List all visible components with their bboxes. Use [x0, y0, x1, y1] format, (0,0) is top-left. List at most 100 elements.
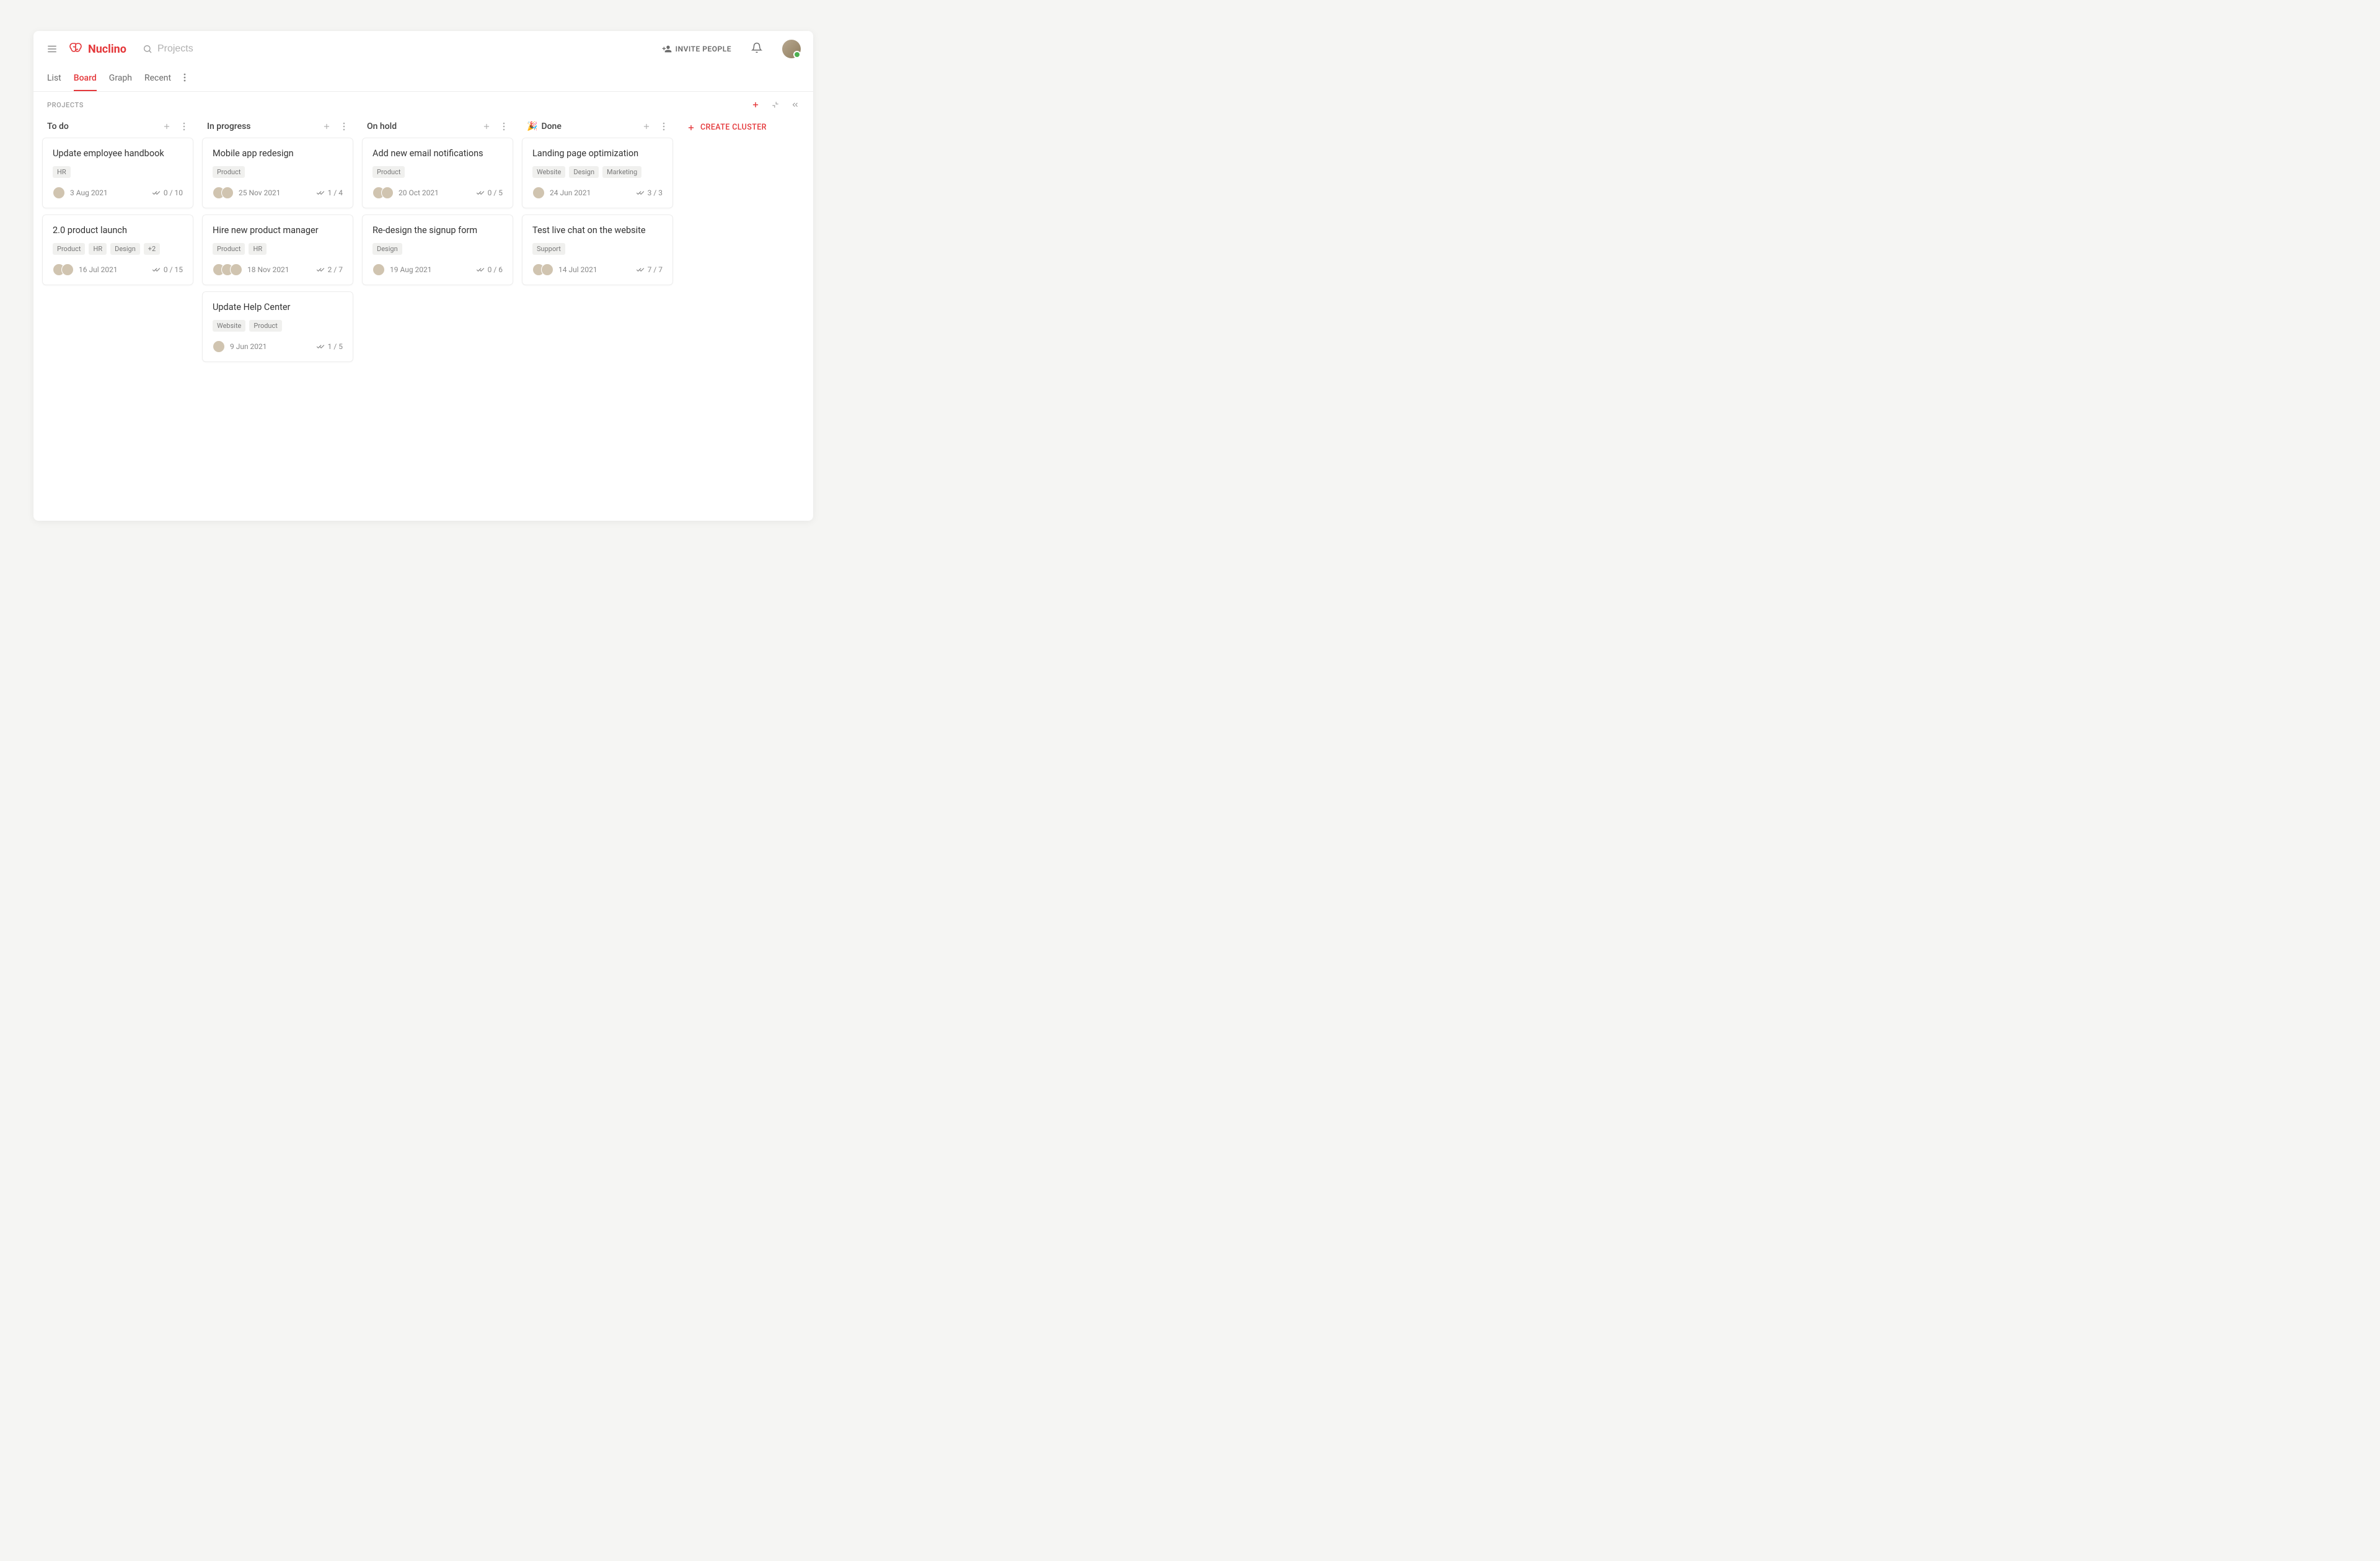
- tag[interactable]: Website: [213, 320, 245, 332]
- tag[interactable]: HR: [249, 243, 267, 255]
- card[interactable]: 2.0 product launchProductHRDesign+216 Ju…: [42, 214, 193, 285]
- card-progress: 0 / 6: [476, 265, 503, 274]
- tab-board[interactable]: Board: [74, 67, 97, 91]
- tag[interactable]: Product: [372, 166, 405, 178]
- collapse-icon[interactable]: [771, 100, 780, 109]
- column-add-button[interactable]: [482, 122, 491, 131]
- card-date: 19 Aug 2021: [390, 265, 432, 274]
- column-add-button[interactable]: [162, 122, 171, 131]
- avatar[interactable]: [381, 187, 394, 199]
- tag[interactable]: Support: [532, 243, 565, 255]
- column: 🎉DoneLanding page optimizationWebsiteDes…: [522, 118, 673, 368]
- card[interactable]: Mobile app redesignProduct25 Nov 20211 /…: [202, 138, 353, 208]
- tag[interactable]: HR: [89, 243, 107, 255]
- check-icon: [152, 190, 161, 196]
- tab-list[interactable]: List: [47, 67, 61, 91]
- progress-text: 1 / 4: [328, 188, 343, 197]
- user-avatar[interactable]: [782, 40, 801, 58]
- tag[interactable]: HR: [53, 166, 71, 178]
- tag[interactable]: +2: [144, 243, 160, 255]
- avatar[interactable]: [230, 263, 242, 276]
- person-add-icon: [662, 44, 672, 54]
- check-icon: [636, 267, 645, 273]
- card-tags: Website Product: [213, 320, 343, 332]
- column-title: To do: [47, 122, 159, 131]
- card-tags: Product: [372, 166, 503, 178]
- assignee-avatars: [372, 263, 385, 276]
- card[interactable]: Re-design the signup form Design 19 Aug 20…: [362, 214, 513, 285]
- card[interactable]: Landing page optimization Website DesignMa…: [522, 138, 673, 208]
- column: In progressMobile app redesignProduct25 …: [202, 118, 353, 368]
- avatar[interactable]: [53, 187, 65, 199]
- card-title: Re-design the signup form: [372, 225, 503, 236]
- assignee-avatars: [53, 263, 74, 276]
- tab-more-icon[interactable]: [183, 73, 186, 86]
- assignee-avatars: [213, 340, 225, 353]
- assignee-avatars: [213, 263, 242, 276]
- tag[interactable]: Product: [213, 243, 245, 255]
- invite-label: INVITE PEOPLE: [676, 45, 731, 53]
- notifications-button[interactable]: [751, 42, 762, 56]
- tab-graph[interactable]: Graph: [109, 67, 132, 91]
- tag[interactable]: Design: [110, 243, 140, 255]
- card-footer: 3 Aug 20210 / 10: [53, 187, 183, 199]
- tag[interactable]: Website: [532, 166, 565, 178]
- check-icon: [152, 267, 161, 273]
- column-more-button[interactable]: [659, 122, 668, 131]
- board-header: PROJECTS: [33, 92, 813, 114]
- chevrons-left-icon[interactable]: [791, 100, 800, 109]
- invite-people-button[interactable]: INVITE PEOPLE: [662, 44, 731, 54]
- column-more-button[interactable]: [180, 122, 188, 131]
- card[interactable]: Update employee handbook HR 3 Aug 20210 / …: [42, 138, 193, 208]
- card[interactable]: Test live chat on the websiteSupport14 J…: [522, 214, 673, 285]
- avatar[interactable]: [532, 187, 545, 199]
- logo[interactable]: Nuclino: [68, 42, 126, 56]
- avatar[interactable]: [541, 263, 553, 276]
- create-cluster-button[interactable]: CREATE CLUSTER: [682, 118, 772, 137]
- tag[interactable]: Product: [53, 243, 85, 255]
- tag[interactable]: Marketing: [602, 166, 641, 178]
- card-date: 18 Nov 2021: [247, 265, 289, 274]
- tab-recent[interactable]: Recent: [144, 67, 171, 91]
- card-footer: 25 Nov 2021 1 / 4: [213, 187, 343, 199]
- column-add-button[interactable]: [642, 122, 651, 131]
- card-date: 25 Nov 2021: [239, 188, 281, 197]
- card-progress: 0 / 10: [152, 188, 183, 197]
- card-title: Add new email notifications: [372, 148, 503, 159]
- tag[interactable]: Product: [249, 320, 281, 332]
- column-more-button[interactable]: [500, 122, 508, 131]
- card-title: Landing page optimization: [532, 148, 663, 159]
- card-tags: Product: [213, 166, 343, 178]
- view-tabs: List Board Graph Recent: [33, 67, 813, 92]
- tag[interactable]: Design: [372, 243, 402, 255]
- search[interactable]: [143, 43, 294, 55]
- avatar[interactable]: [372, 263, 385, 276]
- assignee-avatars: [53, 187, 65, 199]
- tag[interactable]: Design: [569, 166, 599, 178]
- card[interactable]: Add new email notificationsProduct20 Oct…: [362, 138, 513, 208]
- card-progress: 0 / 15: [152, 265, 183, 274]
- card-date: 14 Jul 2021: [558, 265, 597, 274]
- card-progress: 7 / 7: [636, 265, 663, 274]
- card-progress: 2 / 7: [316, 265, 343, 274]
- avatar[interactable]: [61, 263, 74, 276]
- card[interactable]: Update Help CenterWebsiteProduct9 Jun 20…: [202, 291, 353, 362]
- column-header: On hold: [362, 118, 513, 138]
- column-more-button[interactable]: [340, 122, 348, 131]
- column-add-button[interactable]: [322, 122, 331, 131]
- plus-icon: [687, 123, 695, 132]
- card-date: 24 Jun 2021: [550, 188, 591, 197]
- column-title: On hold: [367, 122, 478, 131]
- avatar[interactable]: [213, 340, 225, 353]
- tag[interactable]: Product: [213, 166, 245, 178]
- add-button[interactable]: [751, 100, 760, 109]
- menu-icon[interactable]: [46, 43, 58, 55]
- card-title: Update employee handbook: [53, 148, 183, 159]
- brain-icon: [68, 42, 84, 56]
- search-input[interactable]: [157, 43, 294, 55]
- card[interactable]: Hire new product managerProductHR18 Nov …: [202, 214, 353, 285]
- card-footer: 14 Jul 2021 7 / 7: [532, 263, 663, 276]
- check-icon: [316, 190, 325, 196]
- avatar[interactable]: [221, 187, 234, 199]
- progress-text: 2 / 7: [328, 265, 343, 274]
